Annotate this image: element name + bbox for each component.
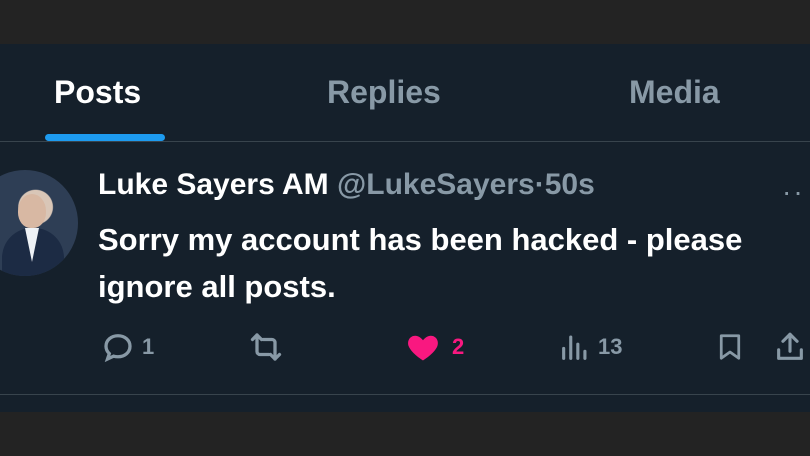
active-tab-indicator (45, 134, 165, 141)
views-icon (562, 335, 587, 360)
repost-button[interactable] (246, 322, 292, 372)
share-button[interactable] (773, 322, 807, 372)
tab-replies[interactable]: Replies (327, 74, 441, 111)
heart-icon (408, 335, 438, 361)
like-button[interactable]: 2 (404, 322, 464, 372)
top-letterbox (0, 0, 810, 44)
author-name[interactable]: Luke Sayers AM (98, 168, 329, 201)
tab-posts[interactable]: Posts (54, 74, 141, 111)
avatar-head (18, 194, 46, 228)
tweet-text: Sorry my account has been hacked - pleas… (98, 222, 743, 304)
tweet-time[interactable]: 50s (545, 168, 595, 201)
reply-icon (104, 334, 132, 363)
tweet[interactable]: Luke Sayers AM @LukeSayers·50s ·· Sorry … (0, 142, 810, 394)
profile-tabs: Posts Replies Media (0, 44, 810, 142)
views-button[interactable]: 13 (558, 322, 622, 372)
header-separator: · (534, 168, 545, 201)
avatar[interactable] (0, 170, 78, 276)
share-icon (777, 332, 803, 360)
tweet-header: Luke Sayers AM @LukeSayers·50s (98, 168, 595, 202)
profile-timeline-panel: Posts Replies Media Luke Sayers AM @Luke… (0, 44, 810, 412)
bookmark-button[interactable] (715, 322, 745, 372)
bookmark-icon (719, 334, 741, 360)
tab-media[interactable]: Media (629, 74, 720, 111)
repost-icon (250, 333, 282, 361)
like-count: 2 (452, 334, 465, 359)
reply-count: 1 (142, 334, 155, 359)
tweet-actions: 1 2 13 (0, 322, 810, 372)
reply-button[interactable]: 1 (100, 322, 154, 372)
tweet-divider (0, 394, 810, 395)
views-count: 13 (598, 334, 623, 359)
more-options-icon[interactable]: ·· (782, 176, 805, 208)
author-handle[interactable]: @LukeSayers (337, 168, 535, 201)
bottom-letterbox (0, 412, 810, 456)
